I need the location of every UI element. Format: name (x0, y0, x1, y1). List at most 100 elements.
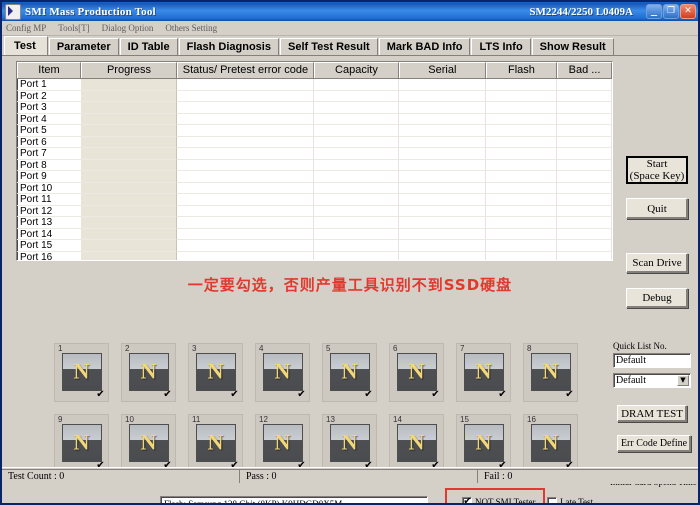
checkbox-icon[interactable] (547, 497, 557, 503)
table-cell (177, 102, 315, 114)
scan-drive-button[interactable]: Scan Drive (626, 253, 688, 273)
table-cell (557, 90, 612, 102)
table-cell-item: Port 14 (17, 229, 82, 240)
quick-list-input[interactable]: Default (613, 353, 691, 368)
tab-test[interactable]: Test (4, 36, 48, 55)
device-slot[interactable]: 11 N ✔ (188, 414, 243, 473)
device-slot[interactable]: 7 N ✔ (456, 343, 511, 402)
device-slot-checkmark-icon[interactable]: ✔ (431, 390, 440, 400)
table-row[interactable]: Port 5 (17, 125, 612, 137)
device-slot-checkmark-icon[interactable]: ✔ (163, 390, 172, 400)
device-slot[interactable]: 2 N ✔ (121, 343, 176, 402)
table-row[interactable]: Port 15 (17, 240, 612, 252)
tab-self-test-result[interactable]: Self Test Result (279, 38, 378, 55)
table-cell (81, 90, 178, 102)
checkbox-icon[interactable]: ✔ (462, 496, 472, 503)
tab-id-table[interactable]: ID Table (119, 38, 178, 55)
device-slot[interactable]: 8 N ✔ (523, 343, 578, 402)
table-cell (557, 79, 612, 91)
table-cell-item: Port 2 (17, 91, 82, 102)
device-slot[interactable]: 5 N ✔ (322, 343, 377, 402)
table-row[interactable]: Port 2 (17, 90, 612, 102)
table-row[interactable]: Port 10 (17, 182, 612, 194)
menu-item-tools[interactable]: Tools[T] (58, 22, 89, 34)
tab-mark-bad-info[interactable]: Mark BAD Info (378, 38, 471, 55)
device-slot[interactable]: 13 N ✔ (322, 414, 377, 473)
table-column-header[interactable]: Capacity (313, 62, 399, 78)
device-slot-checkmark-icon[interactable]: ✔ (498, 390, 507, 400)
table-cell (81, 136, 178, 148)
device-slot-checkmark-icon[interactable]: ✔ (230, 390, 239, 400)
device-slot[interactable]: 9 N ✔ (54, 414, 109, 473)
late-test-checkbox[interactable]: Late Test (547, 497, 593, 503)
flash-info-flash-line: Flash: Samsung,128 Gbit (8KP),K9HDGD8X5M (164, 499, 343, 505)
menu-item-others-setting[interactable]: Others Setting (165, 22, 217, 34)
quick-list-select[interactable]: Default ▼ (613, 373, 691, 388)
tab-lts-info[interactable]: LTS Info (471, 38, 531, 55)
flash-drive-icon: N (463, 424, 504, 462)
port-status-table[interactable]: Item Progress Status/ Pretest error code Ca… (16, 61, 613, 261)
device-slot-checkmark-icon[interactable]: ✔ (297, 390, 306, 400)
table-row[interactable]: Port 12 (17, 205, 612, 217)
device-slot[interactable]: 3 N ✔ (188, 343, 243, 402)
device-slot[interactable]: 16 N ✔ (523, 414, 578, 473)
device-slot[interactable]: 6 N ✔ (389, 343, 444, 402)
table-cell (81, 113, 178, 125)
table-row[interactable]: Port 4 (17, 113, 612, 125)
dram-test-button[interactable]: DRAM TEST (617, 405, 687, 422)
table-column-header[interactable]: Flash (485, 62, 558, 78)
table-cell (557, 159, 612, 171)
device-slot-checkmark-icon[interactable]: ✔ (96, 390, 105, 400)
flash-drive-icon: N (61, 353, 102, 391)
table-cell (486, 251, 558, 260)
dram-test-button-label: DRAM TEST (621, 407, 683, 420)
table-column-header[interactable]: Bad ... (557, 62, 612, 78)
device-slot[interactable]: 1 N ✔ (54, 343, 109, 402)
menu-item-config-mp[interactable]: Config MP (6, 22, 46, 34)
tab-show-result[interactable]: Show Result (531, 38, 614, 55)
err-code-define-button[interactable]: Err Code Define (617, 435, 691, 452)
table-cell (314, 113, 400, 125)
menu-item-dialog-option[interactable]: Dialog Option (102, 22, 154, 34)
table-cell (177, 171, 315, 183)
table-cell (81, 125, 178, 137)
app-logo-icon (5, 3, 21, 20)
device-slot-letter: N (542, 429, 559, 455)
not-smi-tester-checkbox[interactable]: ✔ NOT SMI Tester (462, 496, 536, 503)
device-slot-checkmark-icon[interactable]: ✔ (565, 390, 574, 400)
table-row[interactable]: Port 7 (17, 148, 612, 160)
start-button[interactable]: Start (Space Key) (626, 156, 688, 184)
device-slot[interactable]: 15 N ✔ (456, 414, 511, 473)
table-column-header[interactable]: Progress (81, 62, 177, 78)
table-row[interactable]: Port 14 (17, 228, 612, 240)
device-slot[interactable]: 14 N ✔ (389, 414, 444, 473)
chevron-down-icon[interactable]: ▼ (677, 375, 689, 386)
table-row[interactable]: Port 3 (17, 102, 612, 114)
table-row[interactable]: Port 6 (17, 136, 612, 148)
table-row[interactable]: Port 16 (17, 251, 612, 260)
maximize-button[interactable]: ❐ (663, 4, 679, 19)
tab-flash-diagnosis[interactable]: Flash Diagnosis (178, 38, 279, 55)
table-column-header[interactable]: Status/ Pretest error code (176, 62, 314, 78)
table-cell (485, 240, 558, 252)
minimize-button[interactable]: _ (646, 3, 662, 19)
close-button[interactable]: ✕ (680, 4, 696, 19)
quit-button[interactable]: Quit (626, 198, 688, 219)
table-cell (177, 159, 315, 171)
table-row[interactable]: Port 9 (17, 171, 612, 183)
table-row[interactable]: Port 13 (17, 217, 612, 229)
table-row[interactable]: Port 1 (17, 79, 612, 91)
table-cell (485, 217, 558, 229)
device-slot[interactable]: 12 N ✔ (255, 414, 310, 473)
table-row[interactable]: Port 8 (17, 159, 612, 171)
device-slot-checkmark-icon[interactable]: ✔ (364, 390, 373, 400)
table-row[interactable]: Port 11 (17, 194, 612, 206)
table-cell (399, 136, 486, 148)
device-slot[interactable]: 10 N ✔ (121, 414, 176, 473)
table-column-header[interactable]: Item (17, 62, 82, 78)
device-slot[interactable]: 4 N ✔ (255, 343, 310, 402)
tab-parameter[interactable]: Parameter (48, 38, 119, 55)
table-column-header[interactable]: Serial (398, 62, 486, 78)
table-cell (399, 194, 486, 206)
debug-button[interactable]: Debug (626, 288, 688, 308)
